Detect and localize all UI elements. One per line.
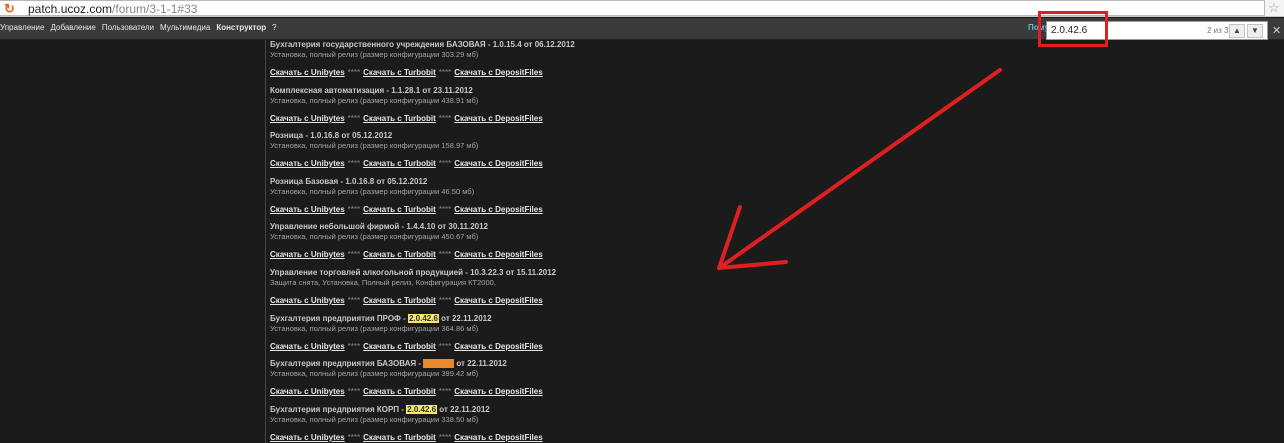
annotation-arrow <box>717 68 1002 270</box>
arrow-shaft <box>720 68 1002 268</box>
browser-window: ↻ patch.ucoz.com/forum/3-1-1#33 ☆ Управл… <box>0 0 1284 443</box>
